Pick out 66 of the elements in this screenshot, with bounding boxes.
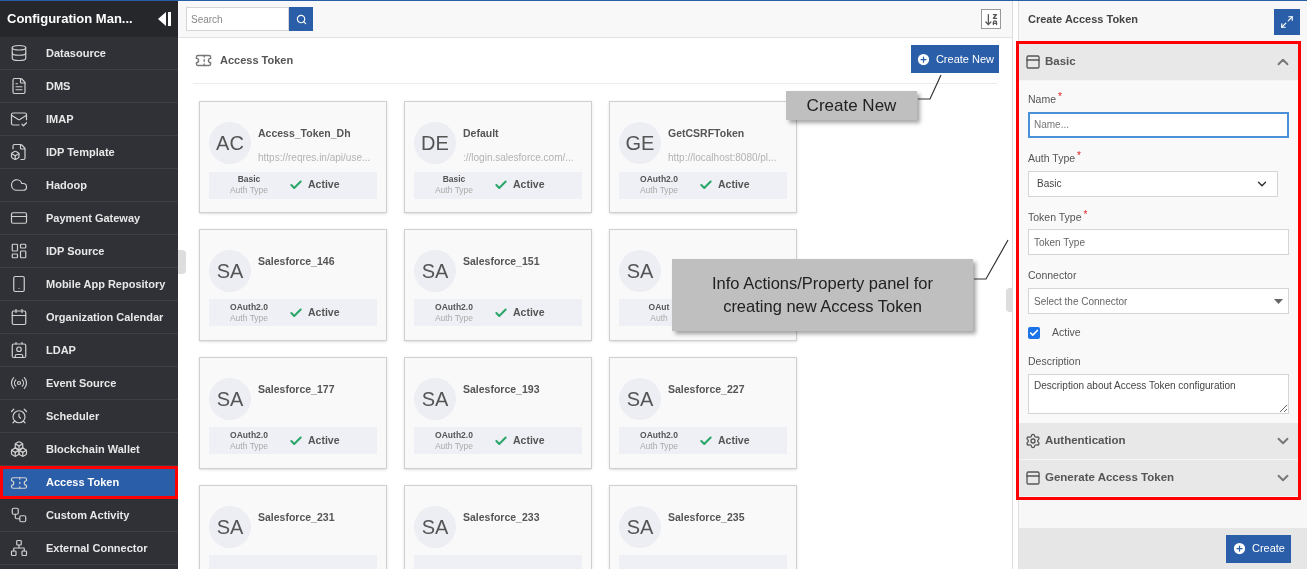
page-title: Access Token (220, 53, 294, 69)
avatar: DE (414, 122, 456, 164)
auth-type: OAut (648, 301, 670, 313)
auth-type-label: Auth Type (639, 440, 679, 452)
field-label: Description (1028, 353, 1081, 369)
callout-tooltip: Create New (786, 91, 917, 120)
avatar: SA (619, 378, 661, 420)
panel-title: Create Access Token (1028, 12, 1139, 28)
avatar: SA (414, 250, 456, 292)
status-text: Active (718, 432, 750, 448)
auth-type: OAuth2.0 (230, 429, 268, 441)
auth-type: OAuth2.0 (640, 174, 678, 186)
auth-type-label: Auth Type (434, 312, 474, 324)
field-label: Name (1028, 92, 1056, 107)
auth-type: OAuth2.0 (230, 301, 268, 313)
avatar: SA (414, 378, 456, 420)
sidebar-title: Configuration Man... (7, 10, 133, 29)
token-name: GetCSRFToken (668, 126, 746, 141)
token-name: Salesforce_193 (463, 382, 540, 397)
avatar: SA (414, 506, 456, 548)
auth-type: Basic (237, 174, 261, 186)
status-text: Active (308, 432, 340, 448)
token-name: Salesforce_233 (463, 510, 540, 525)
field-label: Token Type (1028, 209, 1082, 225)
field-label: Auth Type (1028, 150, 1076, 166)
callout-tooltip: Info Actions/Property panel for creating new Access Token (672, 259, 973, 331)
token-name: Salesforce_146 (258, 254, 335, 269)
auth-type: Basic (442, 174, 466, 186)
field-label: Connector (1028, 268, 1077, 284)
required-mark: * (1058, 92, 1062, 102)
checkbox-label: Active (1052, 325, 1081, 340)
avatar: SA (209, 250, 251, 292)
avatar: AC (209, 122, 251, 164)
avatar: SA (209, 506, 251, 548)
avatar: SA (209, 378, 251, 420)
auth-type-label: Auth Type (229, 185, 269, 197)
token-name: Salesforce_227 (668, 382, 745, 397)
token-name: Default (463, 126, 500, 141)
auth-type-label: Auth Type (229, 440, 269, 452)
token-url: https://reqres.in/api/use... (258, 150, 371, 165)
token-name: Salesforce_177 (258, 382, 335, 397)
auth-type-label: Auth Type (639, 185, 679, 197)
auth-type-label: Auth (650, 312, 668, 324)
avatar: SA (619, 506, 661, 548)
status-text: Active (718, 177, 750, 193)
status-text: Active (513, 177, 545, 193)
token-url: http://localhost:8080/pl... (668, 150, 777, 165)
auth-type-label: Auth Type (434, 185, 474, 197)
required-mark: * (1077, 150, 1081, 161)
required-mark: * (1083, 209, 1088, 220)
auth-type: OAuth2.0 (435, 429, 473, 441)
avatar: GE (619, 122, 661, 164)
auth-type-label: Auth Type (229, 312, 269, 324)
status-text: Active (308, 304, 340, 320)
auth-type-label: Auth Type (434, 440, 474, 452)
status-text: Active (308, 177, 340, 193)
token-url: ://login.salesforce.com/... (463, 150, 574, 165)
token-name: Access_Token_Dh (258, 126, 352, 141)
token-name: Salesforce_231 (258, 510, 335, 525)
status-text: Active (513, 304, 545, 320)
avatar: SA (619, 250, 661, 292)
status-text: Active (513, 432, 545, 448)
auth-type: OAuth2.0 (435, 301, 473, 313)
token-name: Salesforce_235 (668, 510, 745, 525)
auth-type: OAuth2.0 (640, 429, 678, 441)
token-name: Salesforce_151 (463, 254, 540, 269)
